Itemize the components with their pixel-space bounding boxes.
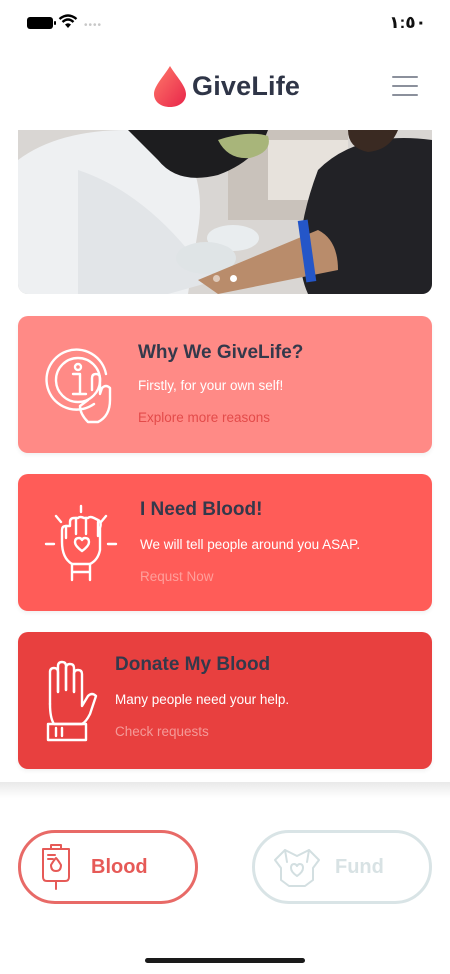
raised-hand-icon — [46, 660, 98, 742]
card-title: Donate My Blood — [115, 654, 271, 675]
hero-photo — [18, 130, 432, 294]
battery-icon — [27, 17, 56, 29]
check-requests-link[interactable]: Check requests — [115, 724, 209, 739]
tab-blood[interactable]: Blood — [18, 830, 198, 904]
card-subtitle: Firstly, for your own self! — [138, 378, 284, 393]
carousel-indicator — [18, 275, 432, 282]
card-title: I Need Blood! — [140, 499, 263, 520]
blood-bag-icon — [42, 844, 70, 890]
carousel-dot-active[interactable] — [230, 275, 237, 282]
info-tap-icon — [45, 348, 112, 424]
home-indicator[interactable] — [145, 958, 305, 963]
raised-fist-icon — [44, 504, 118, 582]
hamburger-menu-icon — [392, 76, 418, 78]
hero-carousel[interactable] — [18, 130, 432, 294]
hamburger-menu-button[interactable] — [392, 76, 418, 98]
carousel-dot[interactable] — [213, 275, 220, 282]
why-givelife-card[interactable]: Why We GiveLife? Firstly, for your own s… — [18, 316, 432, 453]
status-time: ١:٥٠ — [389, 13, 426, 32]
card-subtitle: Many people need your help. — [115, 692, 290, 707]
tab-label: Fund — [335, 855, 384, 878]
donate-blood-card[interactable]: Donate My Blood Many people need your he… — [18, 632, 432, 769]
card-title: Why We GiveLife? — [138, 342, 304, 363]
logo: GiveLife — [152, 64, 300, 108]
card-subtitle: We will tell people around you ASAP. — [140, 537, 361, 552]
blood-drop-icon — [154, 66, 186, 107]
request-now-link[interactable]: Requst Now — [140, 569, 214, 584]
app-header: GiveLife — [0, 58, 450, 118]
wifi-icon — [58, 14, 78, 28]
explore-reasons-link[interactable]: Explore more reasons — [138, 410, 270, 425]
handshake-heart-icon — [274, 849, 320, 887]
tab-label: Blood — [91, 855, 148, 878]
brand-name: GiveLife — [192, 70, 301, 101]
need-blood-card[interactable]: I Need Blood! We will tell people around… — [18, 474, 432, 611]
status-bar: •••• ١:٥٠ — [0, 0, 450, 48]
tab-fund[interactable]: Fund — [252, 830, 432, 904]
bottom-bar-divider — [0, 782, 450, 798]
signal-indicator: •••• — [84, 20, 103, 31]
